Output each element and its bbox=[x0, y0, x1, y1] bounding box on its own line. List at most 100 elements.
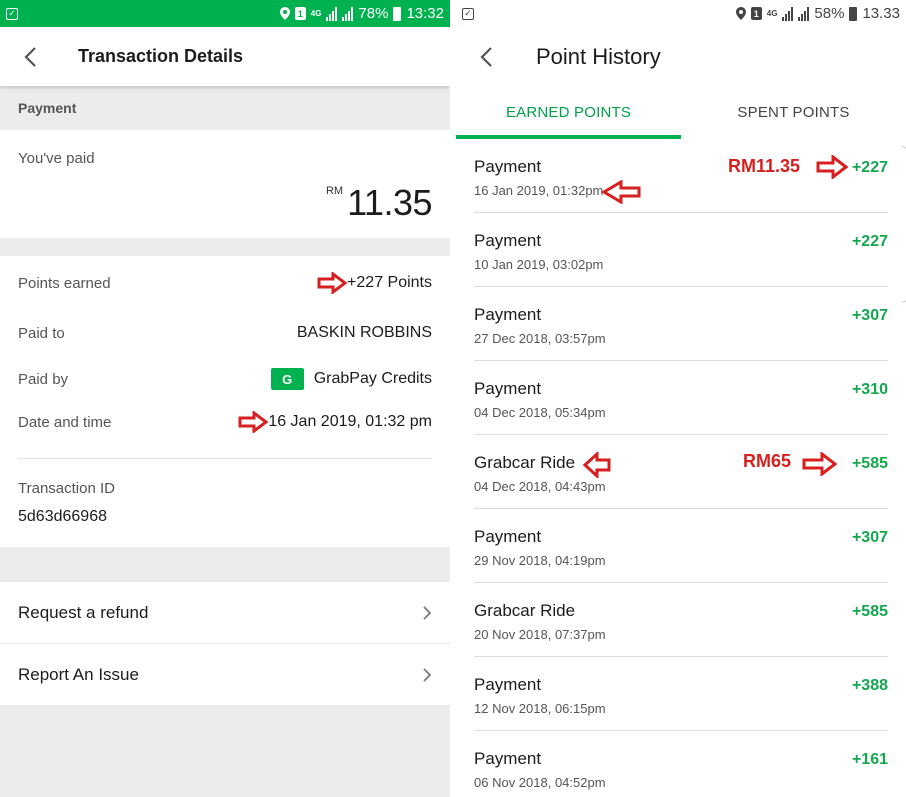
annotation-amount-1: RM11.35 bbox=[728, 156, 801, 176]
tab-earned-points[interactable]: EARNED POINTS bbox=[456, 86, 681, 139]
paid-to-value: BASKIN ROBBINS bbox=[296, 324, 432, 341]
item-title: Payment bbox=[474, 379, 542, 398]
item-title: Grabcar Ride bbox=[474, 453, 576, 472]
app-header: Point History bbox=[456, 27, 906, 86]
notification-icon: ✓ bbox=[6, 7, 18, 20]
item-points: +388 bbox=[851, 677, 888, 694]
item-title: Payment bbox=[474, 231, 542, 250]
sim-icon: 1 bbox=[294, 7, 306, 20]
battery-icon bbox=[393, 6, 402, 21]
amount-value: 11.35 bbox=[347, 182, 432, 223]
list-item[interactable]: Payment 04 Dec 2018, 05:34pm +310 bbox=[474, 361, 888, 435]
paid-amount: RM 11.35 bbox=[325, 182, 433, 224]
item-date: 10 Jan 2019, 03:02pm bbox=[474, 257, 604, 272]
item-points: +161 bbox=[851, 751, 888, 768]
red-arrow-annotation-icon bbox=[802, 452, 838, 476]
notification-icon: ✓ bbox=[462, 7, 474, 20]
points-row: Points earned +227 Points bbox=[18, 272, 432, 294]
item-date: 06 Nov 2018, 04:52pm bbox=[474, 775, 606, 790]
request-refund-label: Request a refund bbox=[18, 602, 149, 622]
item-date: 04 Dec 2018, 04:43pm bbox=[474, 479, 606, 494]
signal-icon-2 bbox=[342, 6, 354, 21]
network-type: 4G bbox=[766, 8, 778, 18]
list-item[interactable]: Payment 10 Jan 2019, 03:02pm +227 bbox=[474, 213, 888, 287]
points-label: Points earned bbox=[18, 274, 111, 292]
back-button[interactable] bbox=[456, 27, 516, 86]
app-header: Transaction Details bbox=[0, 27, 450, 86]
datetime-value: 16 Jan 2019, 01:32 pm bbox=[268, 413, 432, 430]
currency-label: RM bbox=[325, 185, 344, 197]
annotation-amount-2: RM65 bbox=[743, 451, 792, 471]
battery-percent: 58% bbox=[814, 5, 845, 22]
request-refund-button[interactable]: Request a refund bbox=[0, 582, 450, 644]
list-item[interactable]: Payment 12 Nov 2018, 06:15pm +388 bbox=[474, 657, 888, 731]
item-date: 27 Dec 2018, 03:57pm bbox=[474, 331, 606, 346]
list-item[interactable]: Payment 06 Nov 2018, 04:52pm +161 bbox=[474, 731, 888, 797]
divider bbox=[18, 458, 432, 459]
paid-by-value: GrabPay Credits bbox=[313, 370, 432, 387]
item-points: +585 bbox=[851, 603, 888, 620]
location-icon bbox=[279, 7, 290, 20]
network-type: 4G bbox=[310, 8, 322, 18]
section-label: Payment bbox=[0, 86, 450, 130]
red-arrow-annotation-icon bbox=[583, 452, 611, 478]
item-date: 29 Nov 2018, 04:19pm bbox=[474, 553, 606, 568]
sim-icon: 1 bbox=[750, 7, 762, 20]
red-arrow-annotation-icon bbox=[601, 180, 641, 204]
signal-icon bbox=[782, 6, 794, 21]
spacer bbox=[0, 547, 450, 582]
item-title: Payment bbox=[474, 675, 542, 694]
back-arrow-icon bbox=[24, 46, 36, 67]
item-points: +310 bbox=[851, 381, 888, 398]
paid-by-value-wrap: G GrabPay Credits bbox=[270, 368, 432, 390]
paid-to-label: Paid to bbox=[18, 324, 65, 342]
item-title: Payment bbox=[474, 527, 542, 546]
paid-label: You've paid bbox=[18, 150, 95, 167]
item-date: 04 Dec 2018, 05:34pm bbox=[474, 405, 606, 420]
battery-percent: 78% bbox=[358, 5, 389, 22]
chevron-right-icon bbox=[423, 605, 432, 620]
amount-paid-card: You've paid RM 11.35 bbox=[0, 130, 450, 238]
status-bar: ✓ 1 4G 78% 13:32 bbox=[0, 0, 450, 27]
paid-by-row: Paid by G GrabPay Credits bbox=[18, 368, 432, 390]
datetime-value-wrap: 16 Jan 2019, 01:32 pm bbox=[238, 411, 432, 433]
screenshot-frame-right bbox=[902, 146, 906, 303]
item-points: +307 bbox=[851, 307, 888, 324]
red-arrow-annotation-icon bbox=[238, 411, 269, 433]
page-title: Point History bbox=[536, 43, 661, 69]
transaction-id-label: Transaction ID bbox=[18, 480, 115, 497]
item-points: +227 bbox=[851, 233, 888, 250]
item-date: 16 Jan 2019, 01:32pm bbox=[474, 183, 604, 198]
points-value-wrap: +227 Points bbox=[317, 272, 432, 294]
tab-spent-points[interactable]: SPENT POINTS bbox=[681, 86, 906, 139]
paid-by-label: Paid by bbox=[18, 370, 69, 388]
report-issue-label: Report An Issue bbox=[18, 664, 139, 684]
red-arrow-annotation-icon bbox=[317, 272, 348, 294]
battery-icon bbox=[849, 6, 858, 21]
transaction-details-screen: ✓ 1 4G 78% 13:32 Transaction Details Pay… bbox=[0, 0, 450, 797]
list-item[interactable]: Grabcar Ride 20 Nov 2018, 07:37pm +585 bbox=[474, 583, 888, 657]
signal-icon bbox=[326, 6, 338, 21]
points-value: +227 Points bbox=[347, 274, 432, 291]
list-item[interactable]: Payment 29 Nov 2018, 04:19pm +307 bbox=[474, 509, 888, 583]
item-title: Grabcar Ride bbox=[474, 601, 576, 620]
item-points: +307 bbox=[851, 529, 888, 546]
datetime-label: Date and time bbox=[18, 413, 112, 431]
page-title: Transaction Details bbox=[78, 46, 244, 66]
list-item[interactable]: Payment 27 Dec 2018, 03:57pm +307 bbox=[474, 287, 888, 361]
location-icon bbox=[735, 7, 746, 20]
point-history-screen: ✓ 1 4G 58% 13.33 Point History EARNED PO… bbox=[456, 0, 906, 797]
transaction-id-value: 5d63d66968 bbox=[18, 508, 107, 525]
status-bar: ✓ 1 4G 58% 13.33 bbox=[456, 0, 906, 27]
transaction-info-card: Points earned +227 Points Paid to BASKIN… bbox=[0, 256, 450, 547]
item-title: Payment bbox=[474, 305, 542, 324]
clock: 13:32 bbox=[406, 5, 444, 22]
red-arrow-annotation-icon bbox=[816, 155, 848, 179]
report-issue-button[interactable]: Report An Issue bbox=[0, 644, 450, 706]
grabpay-icon: G bbox=[270, 368, 304, 390]
back-button[interactable] bbox=[0, 27, 60, 86]
item-points: +585 bbox=[851, 455, 888, 472]
tab-bar: EARNED POINTS SPENT POINTS bbox=[456, 86, 906, 139]
item-date: 20 Nov 2018, 07:37pm bbox=[474, 627, 606, 642]
points-list: Payment 16 Jan 2019, 01:32pm +227 Payment 10… bbox=[456, 139, 906, 797]
